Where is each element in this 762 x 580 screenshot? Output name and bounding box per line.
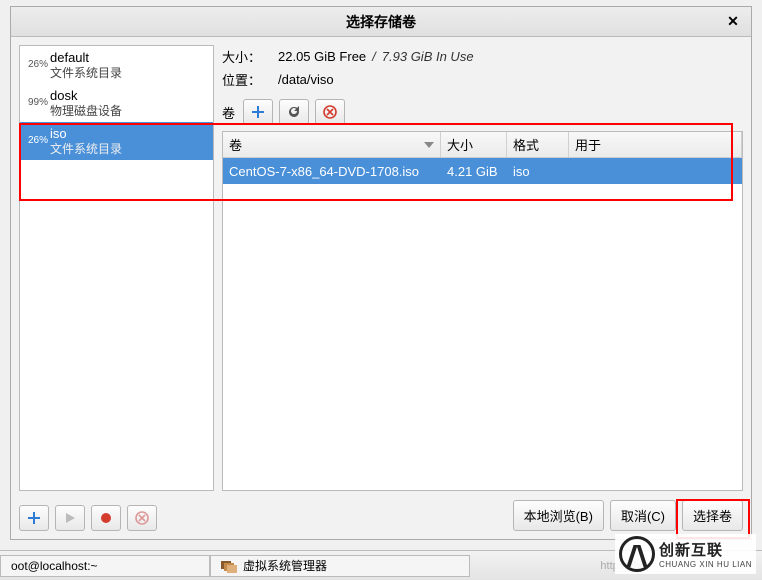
col-used-by[interactable]: 用于 [569,132,742,157]
pool-usage-pct: 99% [24,97,48,108]
record-icon [100,512,112,524]
pool-usage-pct: 26% [24,135,48,146]
upper-area: 26% default 文件系统目录 99% dosk 物理磁盘设备 26% [19,45,743,491]
pool-dosk[interactable]: 99% dosk 物理磁盘设备 [20,84,213,122]
cancel-button[interactable]: 取消(C) [610,500,676,531]
cell-format: iso [507,164,569,179]
col-size[interactable]: 大小 [441,132,507,157]
browse-local-button[interactable]: 本地浏览(B) [513,500,604,531]
virt-manager-icon [221,559,237,573]
pool-name: dosk [50,88,122,104]
close-icon[interactable]: ✕ [723,11,743,31]
cell-volume-name: CentOS-7-x86_64-DVD-1708.iso [223,164,441,179]
pool-type: 文件系统目录 [50,66,122,80]
add-pool-button[interactable] [19,505,49,531]
watermark-en: CHUANG XIN HU LIAN [659,560,752,569]
col-volume[interactable]: 卷 [223,132,441,157]
lower-area: 本地浏览(B) 取消(C) 选择卷 [19,497,743,531]
volume-toolbar-label: 卷 [222,103,235,122]
choose-volume-button[interactable]: 选择卷 [682,500,743,531]
play-icon [64,512,76,524]
location-value: /data/viso [278,72,334,87]
dialog-body: 26% default 文件系统目录 99% dosk 物理磁盘设备 26% [11,37,751,539]
titlebar[interactable]: 选择存储卷 ✕ [11,7,751,37]
footer-buttons: 本地浏览(B) 取消(C) 选择卷 [513,500,743,531]
watermark-logo-icon [619,536,655,572]
free-space: 22.05 GiB Free [278,49,366,64]
location-info: 位置： /data/viso [222,68,743,91]
delete-pool-button[interactable] [127,505,157,531]
inuse-sep: / [372,49,376,64]
add-volume-button[interactable] [243,99,273,125]
table-header: 卷 大小 格式 用于 [223,132,742,158]
taskbar-terminal-label: oot@localhost:~ [11,559,98,573]
pool-type: 文件系统目录 [50,142,122,156]
taskbar-vmm-label: 虚拟系统管理器 [243,557,327,574]
location-label: 位置： [222,70,270,89]
delete-icon [323,105,337,119]
window-title: 选择存储卷 [346,12,416,32]
size-info: 大小： 22.05 GiB Free / 7.93 GiB In Use [222,45,743,68]
col-format[interactable]: 格式 [507,132,569,157]
plus-icon [27,511,41,525]
delete-volume-button[interactable] [315,99,345,125]
watermark-cn: 创新互联 [659,539,752,560]
volume-toolbar: 卷 [222,99,743,125]
pool-iso[interactable]: 26% iso 文件系统目录 [20,122,213,160]
right-pane: 大小： 22.05 GiB Free / 7.93 GiB In Use 位置：… [222,45,743,491]
start-pool-button[interactable] [55,505,85,531]
size-label: 大小： [222,47,270,66]
table-row[interactable]: CentOS-7-x86_64-DVD-1708.iso 4.21 GiB is… [223,158,742,184]
refresh-icon [287,105,301,119]
watermark: 创新互联 CHUANG XIN HU LIAN [615,534,756,574]
plus-icon [251,105,265,119]
cell-size: 4.21 GiB [441,164,507,179]
pool-default[interactable]: 26% default 文件系统目录 [20,46,213,84]
pool-toolbar [19,505,157,531]
pool-usage-pct: 26% [24,59,48,70]
pool-type: 物理磁盘设备 [50,104,122,118]
taskbar-virt-manager[interactable]: 虚拟系统管理器 [210,555,470,577]
pool-name: default [50,50,122,66]
refresh-volume-button[interactable] [279,99,309,125]
stop-pool-button[interactable] [91,505,121,531]
pool-name: iso [50,126,122,142]
storage-pool-list: 26% default 文件系统目录 99% dosk 物理磁盘设备 26% [19,45,214,491]
storage-volume-dialog: 选择存储卷 ✕ 26% default 文件系统目录 99% dosk [10,6,752,540]
volume-table: 卷 大小 格式 用于 CentOS-7-x86_64-DVD-1708.iso … [222,131,743,491]
in-use-space: 7.93 GiB In Use [382,49,474,64]
delete-icon [135,511,149,525]
taskbar-terminal[interactable]: oot@localhost:~ [0,555,210,577]
